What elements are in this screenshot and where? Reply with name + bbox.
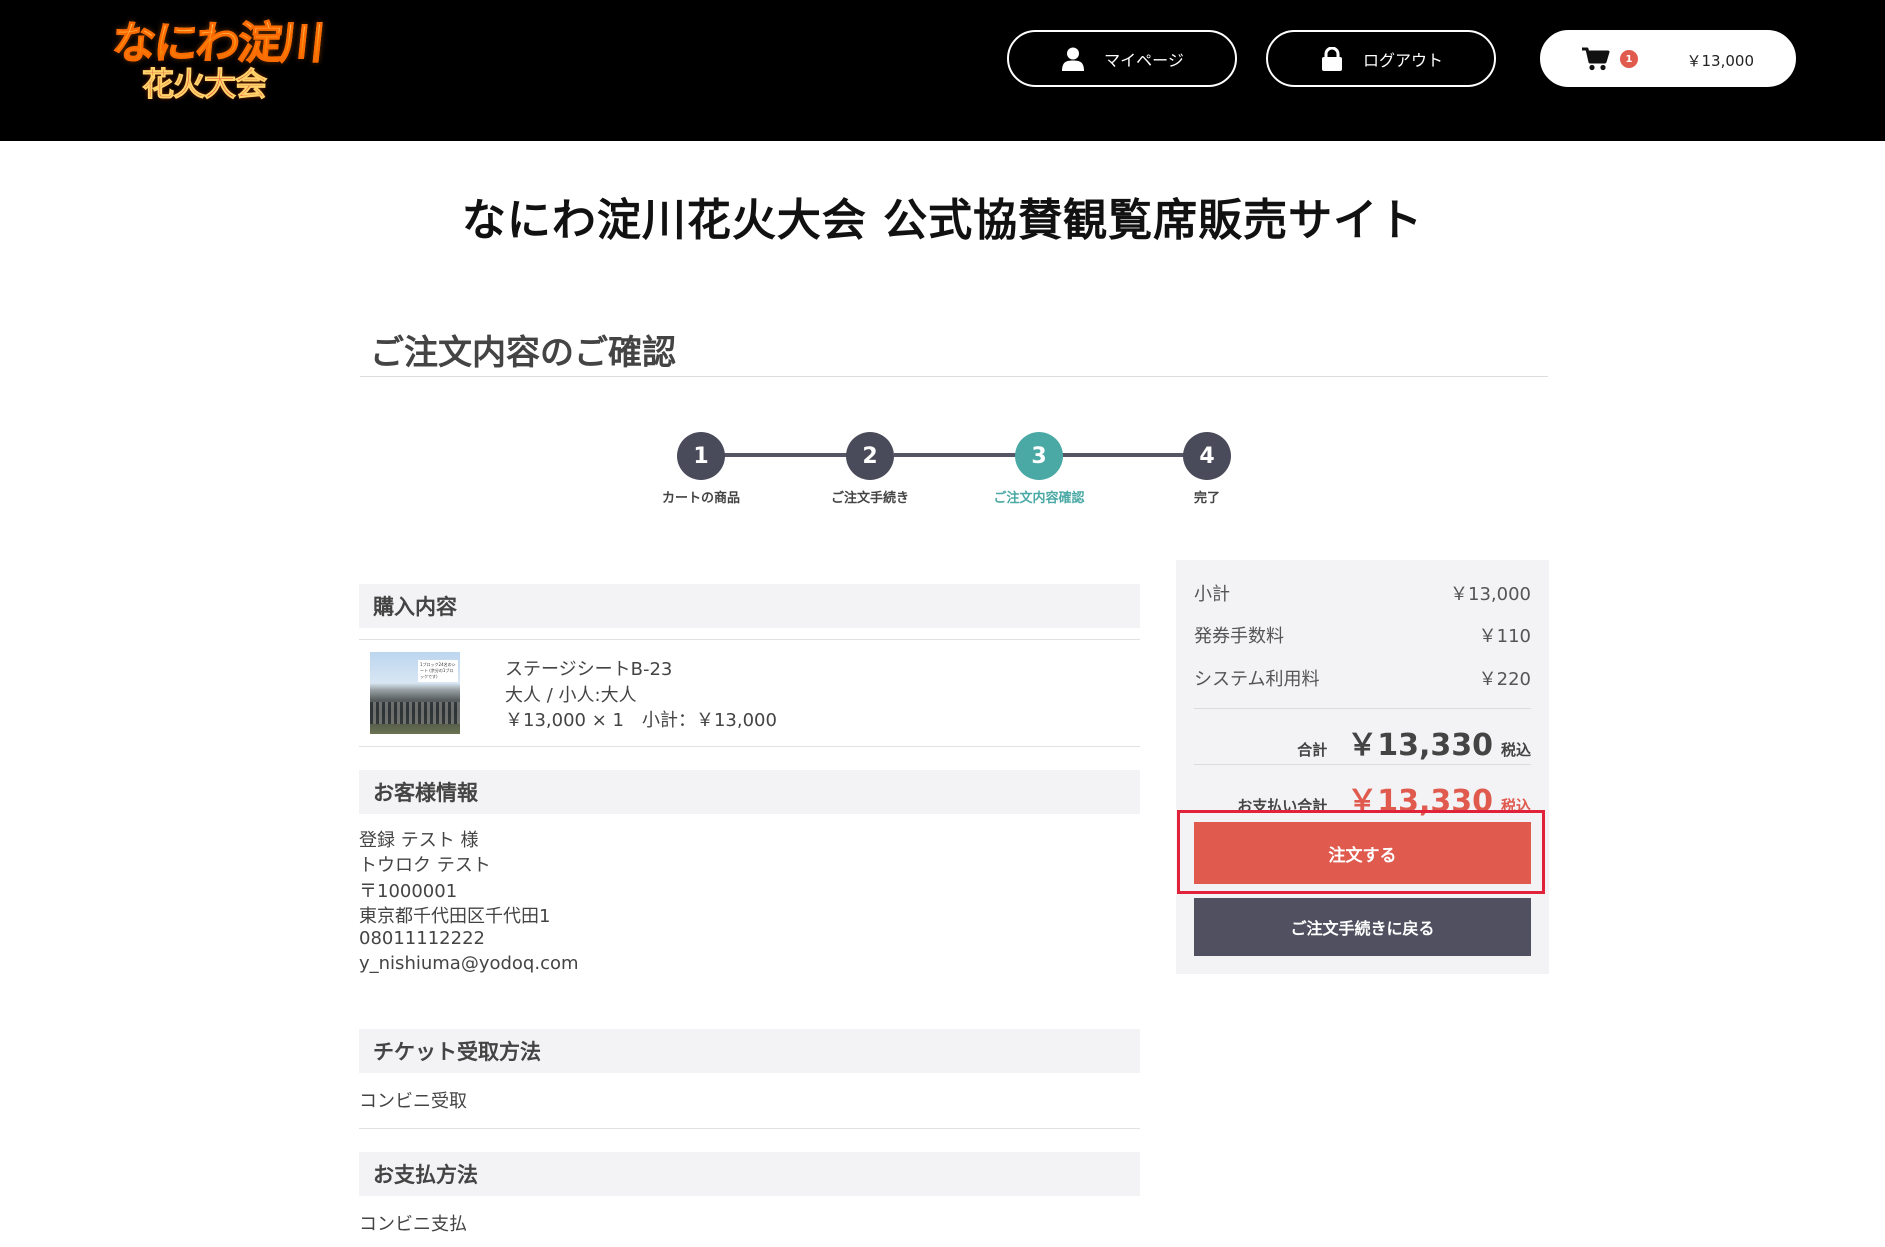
lock-icon [1319, 46, 1345, 72]
back-to-checkout-button[interactable]: ご注文手続きに戻る [1194, 898, 1531, 956]
item-thumbnail: 1ブロック24名のシート (余分の1ブロックです) [370, 652, 460, 734]
system-fee-label: システム利用料 [1194, 669, 1320, 690]
step-1-circle: 1 [677, 432, 725, 480]
step-1-label: カートの商品 [661, 491, 740, 506]
cart-total: ￥13,000 [1686, 52, 1755, 70]
thumbnail-sign: 1ブロック24名のシート (余分の1ブロックです) [418, 660, 458, 682]
logout-button[interactable]: ログアウト [1266, 30, 1496, 87]
ticket-section-heading: チケット受取方法 [359, 1029, 1140, 1073]
ticket-fee-row: 発券手数料 ￥110 [1194, 622, 1531, 648]
customer-postal: 〒1000001 [359, 881, 458, 902]
payment-method: コンビニ支払 [359, 1214, 467, 1235]
step-4-circle: 4 [1183, 432, 1231, 480]
site-logo[interactable]: なにわ淀川 花火大会 [109, 18, 325, 110]
total-value: ￥13,330 [1347, 728, 1493, 763]
ticket-fee-value: ￥110 [1478, 626, 1531, 647]
thumbnail-seats [370, 702, 460, 724]
ticket-bottom-rule [359, 1128, 1140, 1129]
step-3-circle: 3 [1015, 432, 1063, 480]
logo-line2: 花火大会 [141, 65, 267, 104]
step-2-circle: 2 [846, 432, 894, 480]
mypage-label: マイページ [1104, 50, 1184, 70]
item-type: 大人 / 小人:大人 [505, 685, 637, 706]
total-label: 合計 [1297, 741, 1328, 759]
step-3-label: ご注文内容確認 [993, 491, 1085, 506]
place-order-button[interactable]: 注文する [1194, 822, 1531, 884]
customer-section-heading: お客様情報 [359, 770, 1140, 814]
payment-section-heading: お支払方法 [359, 1152, 1140, 1196]
ticket-method: コンビニ受取 [359, 1091, 467, 1112]
step-connector [1062, 453, 1186, 457]
subtotal-value: ￥13,000 [1450, 584, 1531, 605]
logo-line1: なにわ淀川 [109, 18, 325, 70]
summary-divider [1194, 764, 1531, 765]
page-heading: ご注文内容のご確認 [370, 333, 676, 373]
purchase-section-heading: 購入内容 [359, 584, 1140, 628]
header-bar: なにわ淀川 花火大会 マイページ ログアウト 1 ￥13,000 [0, 0, 1885, 141]
logout-label: ログアウト [1362, 50, 1443, 70]
summary-divider [1194, 708, 1531, 709]
step-connector [724, 453, 848, 457]
purchase-top-rule [359, 639, 1140, 640]
cart-count-badge: 1 [1620, 50, 1638, 68]
mypage-button[interactable]: マイページ [1007, 30, 1237, 87]
system-fee-row: システム利用料 ￥220 [1194, 665, 1531, 691]
item-name: ステージシートB-23 [505, 659, 673, 680]
customer-name: 登録 テスト 様 [359, 830, 479, 851]
customer-kana: トウロク テスト [359, 855, 491, 876]
total-row: 合計 ￥13,330 税込 [1194, 720, 1531, 764]
total-tax-label: 税込 [1500, 741, 1531, 759]
purchase-bottom-rule [359, 746, 1140, 747]
customer-phone: 08011112222 [359, 928, 485, 949]
item-price: ￥13,000 × 1 小計：￥13,000 [505, 710, 777, 731]
system-fee-value: ￥220 [1478, 669, 1531, 690]
ticket-fee-label: 発券手数料 [1194, 626, 1284, 647]
step-4-label: 完了 [1193, 491, 1220, 506]
step-2-label: ご注文手続き [830, 491, 909, 506]
customer-address: 東京都千代田区千代田1 [359, 906, 551, 927]
step-connector [894, 453, 1016, 457]
subtotal-label: 小計 [1194, 584, 1230, 605]
subtotal-row: 小計 ￥13,000 [1194, 580, 1531, 606]
customer-email: y_nishiuma@yodoq.com [359, 953, 579, 974]
site-title: なにわ淀川花火大会 公式協賛観覧席販売サイト [461, 195, 1424, 246]
user-icon [1060, 46, 1086, 72]
heading-divider [360, 376, 1548, 377]
cart-button[interactable]: 1 ￥13,000 [1540, 30, 1796, 87]
cart-icon [1582, 47, 1610, 71]
